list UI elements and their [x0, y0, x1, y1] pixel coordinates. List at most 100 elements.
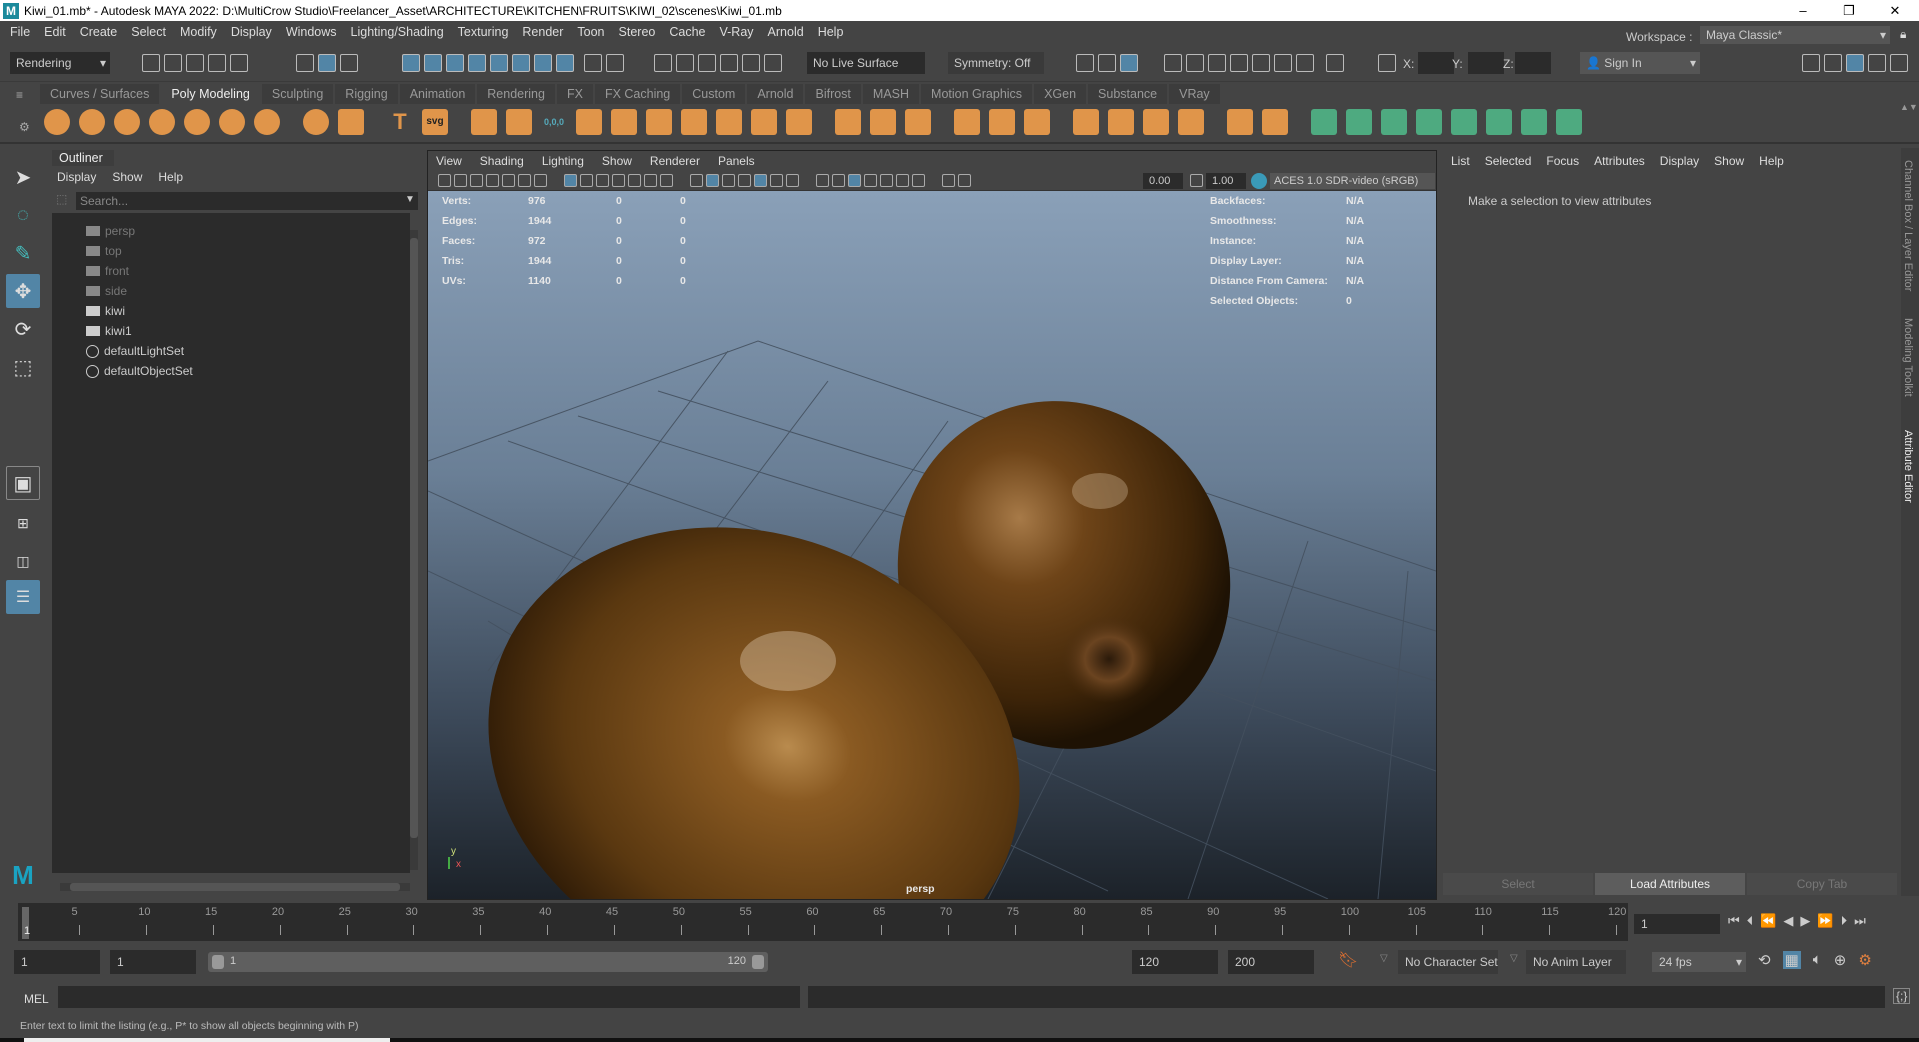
- attr-menu-focus[interactable]: Focus: [1546, 154, 1579, 168]
- scrollbar-thumb[interactable]: [70, 883, 400, 891]
- textured-icon[interactable]: [754, 174, 767, 187]
- mirror-icon[interactable]: [716, 109, 742, 135]
- output-ops-icon[interactable]: [698, 54, 716, 72]
- multi-cut-icon[interactable]: [1178, 109, 1204, 135]
- poly-cone-icon[interactable]: [149, 109, 175, 135]
- fill-hole-icon[interactable]: [989, 109, 1015, 135]
- snap-grid-icon[interactable]: [402, 54, 420, 72]
- bookmarks-icon[interactable]: [486, 174, 499, 187]
- menu-modify[interactable]: Modify: [180, 25, 217, 39]
- live-surface-field[interactable]: No Live Surface: [807, 52, 925, 74]
- shelf-tab-custom[interactable]: Custom: [682, 84, 746, 104]
- outliner-item-front[interactable]: front: [86, 261, 129, 281]
- outliner-menu-display[interactable]: Display: [57, 170, 96, 184]
- ipr-render-icon[interactable]: [1208, 54, 1226, 72]
- menuset-dropdown[interactable]: Rendering ▾: [10, 52, 110, 74]
- range-end-handle[interactable]: [752, 955, 764, 969]
- viewport-menu-show[interactable]: Show: [602, 154, 632, 168]
- outliner-item-kiwi[interactable]: kiwi: [86, 301, 125, 321]
- grid-icon[interactable]: [564, 174, 577, 187]
- bookmark-icon[interactable]: 🔖︎: [1338, 950, 1358, 970]
- select-hierarchy-icon[interactable]: [296, 54, 314, 72]
- play-forwards-icon[interactable]: ▶: [1800, 913, 1810, 929]
- viewport-menu-view[interactable]: View: [436, 154, 462, 168]
- menu-render[interactable]: Render: [522, 25, 563, 39]
- gamma-field[interactable]: 1.00: [1206, 173, 1246, 189]
- copy-tab-button[interactable]: Copy Tab: [1747, 873, 1897, 895]
- shelf-settings-gear-icon[interactable]: ⚙: [19, 120, 30, 134]
- resolution-gate-icon[interactable]: [596, 174, 609, 187]
- smooth-icon[interactable]: [646, 109, 672, 135]
- outliner-item-defaultObjectSet[interactable]: defaultObjectSet: [86, 361, 193, 381]
- step-forward-frame-icon[interactable]: ⏵: [1841, 913, 1848, 929]
- menu-texturing[interactable]: Texturing: [458, 25, 509, 39]
- cache-playback-icon[interactable]: ▦: [1782, 951, 1801, 969]
- redo-icon[interactable]: [230, 54, 248, 72]
- uv-sew-icon[interactable]: [1556, 109, 1582, 135]
- lock-icon[interactable]: 🔒︎: [1900, 27, 1906, 42]
- range-start-handle[interactable]: [212, 955, 224, 969]
- viewport-menu-lighting[interactable]: Lighting: [542, 154, 584, 168]
- menu-create[interactable]: Create: [80, 25, 118, 39]
- type-tool-icon[interactable]: T: [387, 109, 413, 135]
- lock-camera-icon[interactable]: [454, 174, 467, 187]
- bridge-icon[interactable]: [870, 109, 896, 135]
- persp-outliner-layout-icon[interactable]: ◫: [6, 544, 40, 578]
- menu-edit[interactable]: Edit: [44, 25, 66, 39]
- camera-attributes-icon[interactable]: [470, 174, 483, 187]
- snap-view-plane-icon[interactable]: [490, 54, 508, 72]
- shelf-tab-fx-caching[interactable]: FX Caching: [594, 84, 681, 104]
- undo-icon[interactable]: [208, 54, 226, 72]
- uv-planar-icon[interactable]: [1311, 109, 1337, 135]
- fps-dropdown[interactable]: 24 fps ▾: [1652, 952, 1746, 972]
- shelf-tab-xgen[interactable]: XGen: [1034, 84, 1087, 104]
- exposure-field[interactable]: 0.00: [1143, 173, 1183, 189]
- channel-box-icon[interactable]: [1890, 54, 1908, 72]
- tab-channel-box-layer-editor[interactable]: Channel Box / Layer Editor: [1902, 160, 1914, 291]
- shadows-icon[interactable]: [786, 174, 799, 187]
- shelf-tab-mash[interactable]: MASH: [862, 84, 920, 104]
- playback-start-input[interactable]: 1: [110, 950, 196, 974]
- component-pick-icon[interactable]: [742, 54, 760, 72]
- shelf-tab-rigging[interactable]: Rigging: [335, 84, 398, 104]
- history-icon[interactable]: [764, 54, 782, 72]
- exposure-icon[interactable]: [958, 174, 971, 187]
- menu-file[interactable]: File: [10, 25, 30, 39]
- menu-v-ray[interactable]: V-Ray: [720, 25, 754, 39]
- menu-display[interactable]: Display: [231, 25, 272, 39]
- tab-modeling-toolkit[interactable]: Modeling Toolkit: [1902, 318, 1914, 397]
- script-editor-icon[interactable]: {;}: [1893, 988, 1911, 1004]
- time-slider[interactable]: 1 5 10 15 20 25 30 35 40 45 50 55 60 65 70 75 80 85 90 95 1…: [18, 903, 1628, 941]
- fill-icon[interactable]: [1108, 109, 1134, 135]
- input-ops-icon[interactable]: [676, 54, 694, 72]
- combine-icon[interactable]: [576, 109, 602, 135]
- menu-windows[interactable]: Windows: [286, 25, 337, 39]
- platonic-solid-icon[interactable]: [303, 109, 329, 135]
- range-slider[interactable]: 1 120: [208, 952, 768, 972]
- character-set-dropdown[interactable]: No Character Set: [1398, 950, 1498, 974]
- attr-menu-selected[interactable]: Selected: [1485, 154, 1532, 168]
- snapshot-icon[interactable]: [1296, 54, 1314, 72]
- film-gate-icon[interactable]: [580, 174, 593, 187]
- gamma-icon[interactable]: [1190, 174, 1203, 187]
- edge-loop-icon[interactable]: [1227, 109, 1253, 135]
- menu-help[interactable]: Help: [818, 25, 844, 39]
- shelf-scroll-icon[interactable]: ▲▼: [1900, 102, 1918, 138]
- sidebar-right-icon[interactable]: [1098, 54, 1116, 72]
- select-object-icon[interactable]: [318, 54, 336, 72]
- outliner-menu-show[interactable]: Show: [112, 170, 142, 184]
- human-ik-icon[interactable]: [1824, 54, 1842, 72]
- snap-grid-toggle-icon[interactable]: [534, 54, 552, 72]
- screen-space-ao-icon[interactable]: [816, 174, 829, 187]
- gate-mask-icon[interactable]: [612, 174, 625, 187]
- bevel-icon[interactable]: [835, 109, 861, 135]
- attr-menu-show[interactable]: Show: [1714, 154, 1744, 168]
- minimize-button[interactable]: –: [1780, 0, 1826, 21]
- smooth-shade-icon[interactable]: [706, 174, 719, 187]
- tab-attribute-editor[interactable]: Attribute Editor: [1902, 430, 1914, 503]
- wireframe-on-shaded-icon[interactable]: [738, 174, 751, 187]
- step-back-key-icon[interactable]: ⏪: [1760, 913, 1776, 929]
- outliner-item-top[interactable]: top: [86, 241, 122, 261]
- center-pivot-icon[interactable]: [506, 109, 532, 135]
- move-tool-icon[interactable]: ✥: [6, 274, 40, 308]
